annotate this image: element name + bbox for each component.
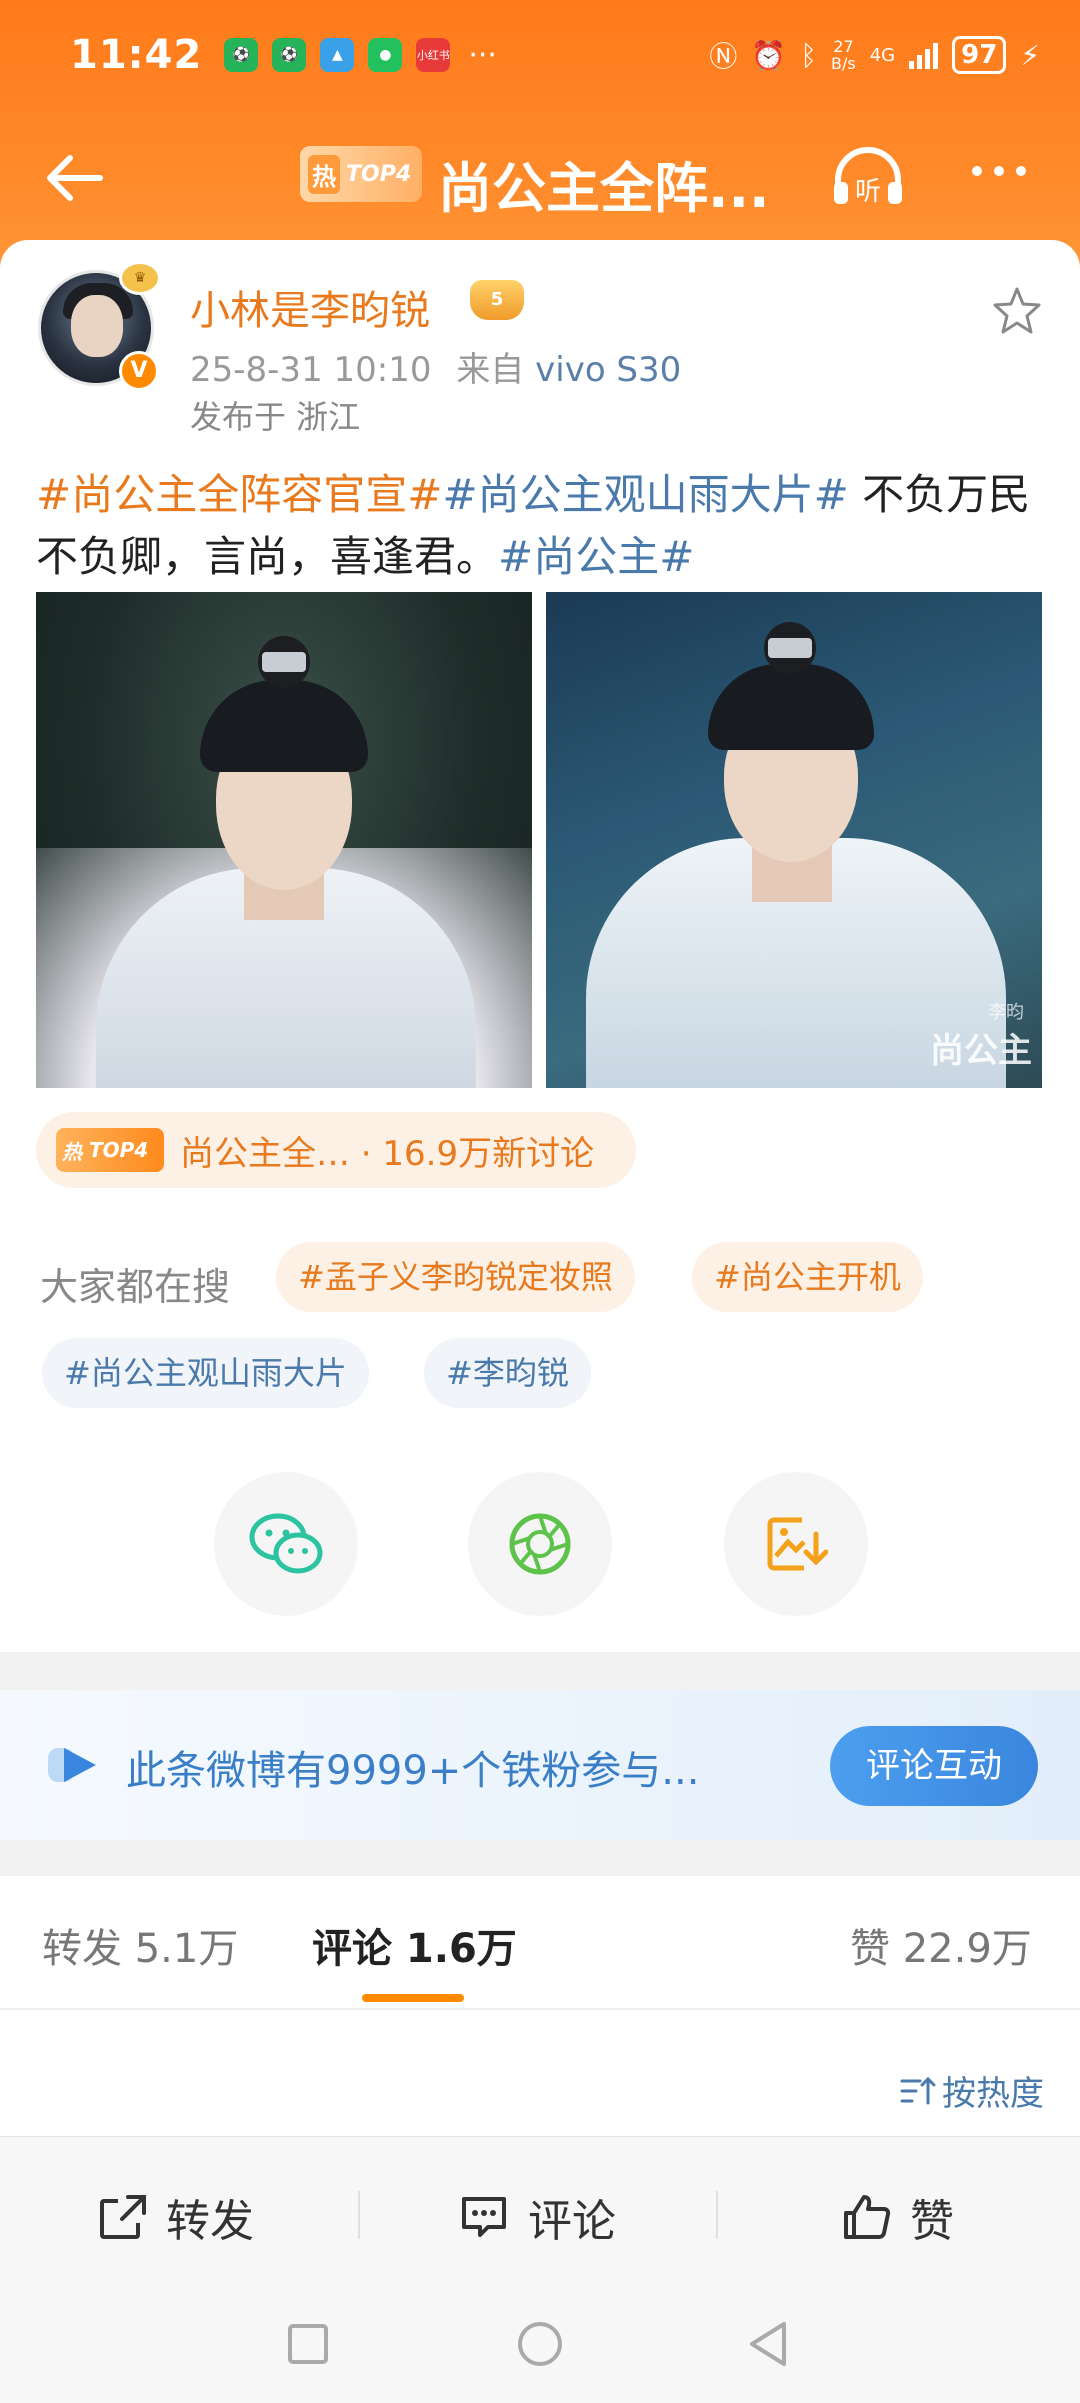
repost-button[interactable]: 转发 bbox=[98, 2185, 254, 2249]
hashtag-link[interactable]: #尚公主观山雨大片# bbox=[442, 470, 848, 519]
search-tag[interactable]: #尚公主观山雨大片 bbox=[42, 1338, 369, 1408]
more-options-icon[interactable] bbox=[972, 166, 1026, 176]
post-location: 发布于 浙江 bbox=[190, 398, 361, 436]
app-game-icon: ▲ bbox=[320, 38, 355, 72]
avatar[interactable]: ♛ V bbox=[38, 261, 161, 391]
nav-bar: 热 TOP4 尚公主全阵... 听 bbox=[0, 120, 1080, 240]
comment-button[interactable]: 评论 bbox=[458, 2185, 616, 2249]
back-arrow-icon[interactable] bbox=[40, 148, 110, 208]
status-bar: 11:42 ⚽ ⚽ ▲ ● 小红书 ··· Ⓝ ⏰ ᛒ 27 B/s 4G 97… bbox=[0, 0, 1080, 110]
action-separator bbox=[716, 2191, 718, 2239]
trending-search-label: 大家都在搜 bbox=[40, 1265, 231, 1309]
page-title[interactable]: 尚公主全阵... bbox=[438, 144, 770, 223]
status-app-icons: ⚽ ⚽ ▲ ● 小红书 bbox=[224, 38, 451, 72]
alarm-icon: ⏰ bbox=[751, 38, 787, 72]
wechat-icon bbox=[249, 1513, 323, 1574]
moments-icon bbox=[509, 1513, 571, 1575]
share-moments-button[interactable] bbox=[468, 1472, 612, 1616]
save-image-button[interactable] bbox=[724, 1472, 868, 1616]
repost-label: 转发 bbox=[166, 2196, 254, 2247]
bluetooth-icon: ᛒ bbox=[800, 38, 818, 72]
like-button[interactable]: 赞 bbox=[842, 2185, 954, 2249]
post-time: 25-8-31 10:10 bbox=[190, 350, 432, 390]
tab-comment[interactable]: 评论 1.6万 bbox=[312, 1916, 517, 1974]
tab-repost[interactable]: 转发 5.1万 bbox=[42, 1916, 238, 1974]
back-icon[interactable] bbox=[746, 2320, 790, 2368]
comment-label: 评论 bbox=[528, 2196, 616, 2247]
comment-icon bbox=[462, 2197, 506, 2237]
network-speed: 27 B/s bbox=[831, 37, 856, 73]
post-card: ♛ V 小林是李昀锐 5 25-8-31 10:10 来自 vivo S30 发… bbox=[0, 240, 1080, 1652]
post-meta: 25-8-31 10:10 来自 vivo S30 bbox=[190, 342, 681, 391]
recent-apps-icon[interactable] bbox=[286, 2322, 330, 2366]
home-icon[interactable] bbox=[516, 2320, 564, 2368]
sort-label: 按热度 bbox=[942, 2074, 1044, 2114]
listen-headphones-icon[interactable]: 听 bbox=[830, 146, 906, 210]
search-tag[interactable]: #孟子义李昀锐定妆照 bbox=[276, 1242, 635, 1312]
share-wechat-button[interactable] bbox=[214, 1472, 358, 1616]
photo-watermark-small: 李昀 bbox=[988, 1002, 1024, 1023]
post-device[interactable]: vivo S30 bbox=[535, 350, 681, 390]
system-nav-bar bbox=[0, 2286, 1080, 2403]
favorite-star-icon[interactable] bbox=[990, 284, 1044, 338]
post-tab-bar: 转发 5.1万 评论 1.6万 赞 22.9万 bbox=[0, 1876, 1080, 2008]
app-red-icon: 小红书 bbox=[416, 38, 451, 72]
nfc-icon: Ⓝ bbox=[709, 40, 738, 73]
status-right: Ⓝ ⏰ ᛒ 27 B/s 4G 97 ⚡ bbox=[709, 35, 1040, 75]
app-sport2-icon: ⚽ bbox=[272, 38, 307, 72]
active-tab-indicator bbox=[362, 1994, 464, 2002]
fan-badge-icon[interactable]: 5 bbox=[470, 280, 524, 320]
signal-icon bbox=[909, 41, 939, 69]
hashtag-link[interactable]: #尚公主全阵容官宣# bbox=[36, 470, 442, 519]
action-separator bbox=[358, 2191, 360, 2239]
tab-like[interactable]: 赞 22.9万 bbox=[850, 1916, 1032, 1974]
battery-indicator: 97 bbox=[952, 36, 1007, 74]
user-name[interactable]: 小林是李昀锐 bbox=[190, 278, 430, 336]
hot-label: 热 bbox=[308, 154, 340, 194]
network-type: 4G bbox=[869, 44, 896, 66]
like-label: 赞 bbox=[910, 2196, 954, 2247]
sort-by-hot-button[interactable]: 按热度 bbox=[900, 2066, 1044, 2115]
post-text: #尚公主全阵容官宣##尚公主观山雨大片# 不负万民不负卿，言尚，喜逢君。#尚公主… bbox=[36, 464, 1046, 588]
play-arrow-icon bbox=[48, 1748, 96, 1782]
save-image-icon bbox=[767, 1517, 828, 1571]
iron-fans-banner[interactable]: 此条微博有9999+个铁粉参与... 评论互动 bbox=[0, 1690, 1080, 1840]
topic-chip-text: 尚公主全… · 16.9万新讨论 bbox=[180, 1133, 595, 1174]
wechat-icon: ● bbox=[368, 38, 403, 72]
hot-rank-badge[interactable]: 热 TOP4 bbox=[300, 146, 422, 202]
status-more: ··· bbox=[468, 37, 497, 73]
thumbs-up-icon bbox=[844, 2195, 891, 2239]
sort-icon bbox=[900, 2076, 936, 2104]
source-prefix: 来自 bbox=[456, 350, 525, 390]
status-time: 11:42 bbox=[70, 32, 203, 78]
bottom-action-bar: 转发 评论 赞 bbox=[0, 2136, 1080, 2286]
search-tag[interactable]: #李昀锐 bbox=[424, 1338, 591, 1408]
rank-label: TOP4 bbox=[346, 161, 412, 187]
repost-icon bbox=[100, 2195, 146, 2239]
verified-v-icon: V bbox=[119, 351, 159, 391]
svg-text:听: 听 bbox=[855, 177, 881, 207]
app-sport-icon: ⚽ bbox=[224, 38, 259, 72]
hot-topic-chip[interactable]: 热 TOP4 尚公主全… · 16.9万新讨论 bbox=[36, 1112, 636, 1188]
post-photo[interactable] bbox=[36, 592, 532, 1088]
hashtag-link[interactable]: #尚公主# bbox=[498, 532, 694, 581]
charging-icon: ⚡ bbox=[1020, 38, 1040, 72]
post-photo[interactable]: 李昀 尚公主 bbox=[546, 592, 1042, 1088]
avatar-decoration-icon: ♛ bbox=[119, 261, 161, 295]
iron-fans-text: 此条微博有9999+个铁粉参与... bbox=[126, 1748, 700, 1794]
sort-row: 按热度 bbox=[0, 2010, 1080, 2136]
search-tag[interactable]: #尚公主开机 bbox=[692, 1242, 923, 1312]
comment-interact-button[interactable]: 评论互动 bbox=[830, 1726, 1038, 1806]
photo-watermark: 尚公主 bbox=[930, 1031, 1032, 1071]
hot-rank-badge: 热 TOP4 bbox=[56, 1128, 164, 1172]
